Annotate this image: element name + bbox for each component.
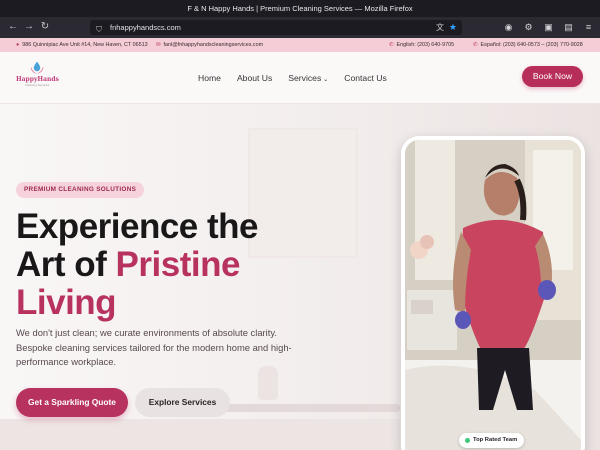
hero-description: We don't just clean; we curate environme… (16, 327, 292, 367)
book-now-button[interactable]: Book Now (522, 66, 583, 87)
cleaner-photo (405, 140, 581, 450)
logo[interactable]: HappyHands Cleaning Services (16, 60, 59, 96)
nav-about[interactable]: About Us (237, 73, 272, 83)
mail-icon: ✉ (156, 42, 161, 48)
logo-hands-icon (30, 61, 44, 74)
background-table (220, 404, 400, 412)
phone-english-text: English: (203) 640-9705 (396, 42, 455, 48)
hero-photo-card: Top Rated Team (401, 136, 585, 450)
email-item[interactable]: ✉ fanl@fnhappyhandscleaningservices.com (156, 38, 263, 52)
browser-toolbar: ← → ↻ ⛉ fnhappyhandscs.com 文 ★ ◉ ⚙ ▣ ▤ ≡ (0, 17, 600, 38)
hero-badge: PREMIUM CLEANING SOLUTIONS (16, 182, 145, 198)
background-vase (258, 366, 278, 400)
logo-subtitle: Cleaning Services (24, 83, 50, 87)
phone-spanish-item[interactable]: ✆ Español: (203) 640-0573 – (203) 770-902… (473, 38, 583, 52)
url-bar[interactable]: ⛉ fnhappyhandscs.com 文 ★ (90, 20, 462, 35)
status-dot-icon (465, 438, 470, 443)
location-pin-icon: ● (16, 42, 20, 48)
headline-accent-pristine: Pristine (115, 245, 241, 284)
url-text: fnhappyhandscs.com (110, 23, 181, 32)
nav-services[interactable]: Services ⌄ (288, 73, 328, 83)
headline-line-2: Art of Pristine (16, 246, 316, 284)
sparkling-quote-button[interactable]: Get a Sparkling Quote (16, 388, 128, 417)
background-floor (0, 419, 400, 450)
address-text: 986 Quinnipiac Ave Unit #14, New Haven, … (22, 42, 148, 48)
top-rated-badge: Top Rated Team (459, 433, 525, 448)
nav-contact[interactable]: Contact Us (344, 73, 387, 83)
web-page: ● 986 Quinnipiac Ave Unit #14, New Haven,… (0, 38, 600, 450)
phone-icon: ✆ (389, 42, 394, 48)
extensions-icon[interactable]: ⚙ (523, 20, 534, 34)
logo-text: HappyHands (16, 76, 59, 83)
chevron-down-icon: ⌄ (323, 77, 329, 83)
headline-line-1: Experience the (16, 207, 259, 246)
explore-services-button[interactable]: Explore Services (135, 388, 230, 417)
phone-icon: ✆ (473, 42, 478, 48)
shield-icon: ⛉ (96, 25, 102, 34)
window-title: F & N Happy Hands | Premium Cleaning Ser… (0, 0, 600, 17)
address-item: ● 986 Quinnipiac Ave Unit #14, New Haven,… (16, 38, 148, 52)
headline-accent-living: Living (16, 283, 117, 322)
translate-icon[interactable]: 文 (436, 20, 444, 35)
account-icon[interactable]: ◉ (503, 20, 514, 34)
top-rated-label: Top Rated Team (473, 437, 518, 443)
sidebar-icon[interactable]: ▤ (563, 20, 574, 34)
menu-icon[interactable]: ≡ (583, 20, 594, 34)
back-icon[interactable]: ← (6, 20, 20, 34)
contact-topbar: ● 986 Quinnipiac Ave Unit #14, New Haven,… (0, 38, 600, 52)
phone-spanish-text: Español: (203) 640-0573 – (203) 770-9028 (480, 42, 583, 48)
bookmark-star-icon[interactable]: ★ (449, 20, 457, 35)
hero-section: PREMIUM CLEANING SOLUTIONS Experience th… (0, 104, 600, 450)
phone-english-item[interactable]: ✆ English: (203) 640-9705 (389, 38, 454, 52)
main-nav: Home About Us Services ⌄ Contact Us (198, 52, 387, 104)
email-text: fanl@fnhappyhandscleaningservices.com (163, 42, 264, 48)
nav-services-label: Services (288, 73, 322, 83)
forward-icon[interactable]: → (22, 20, 36, 34)
reload-icon[interactable]: ↻ (38, 20, 52, 34)
hero-headline: Experience the Art of Pristine Living (16, 208, 316, 322)
container-icon[interactable]: ▣ (543, 20, 554, 34)
nav-home[interactable]: Home (198, 73, 221, 83)
site-header: HappyHands Cleaning Services Home About … (0, 52, 600, 104)
headline-art-of: Art of (16, 245, 116, 284)
